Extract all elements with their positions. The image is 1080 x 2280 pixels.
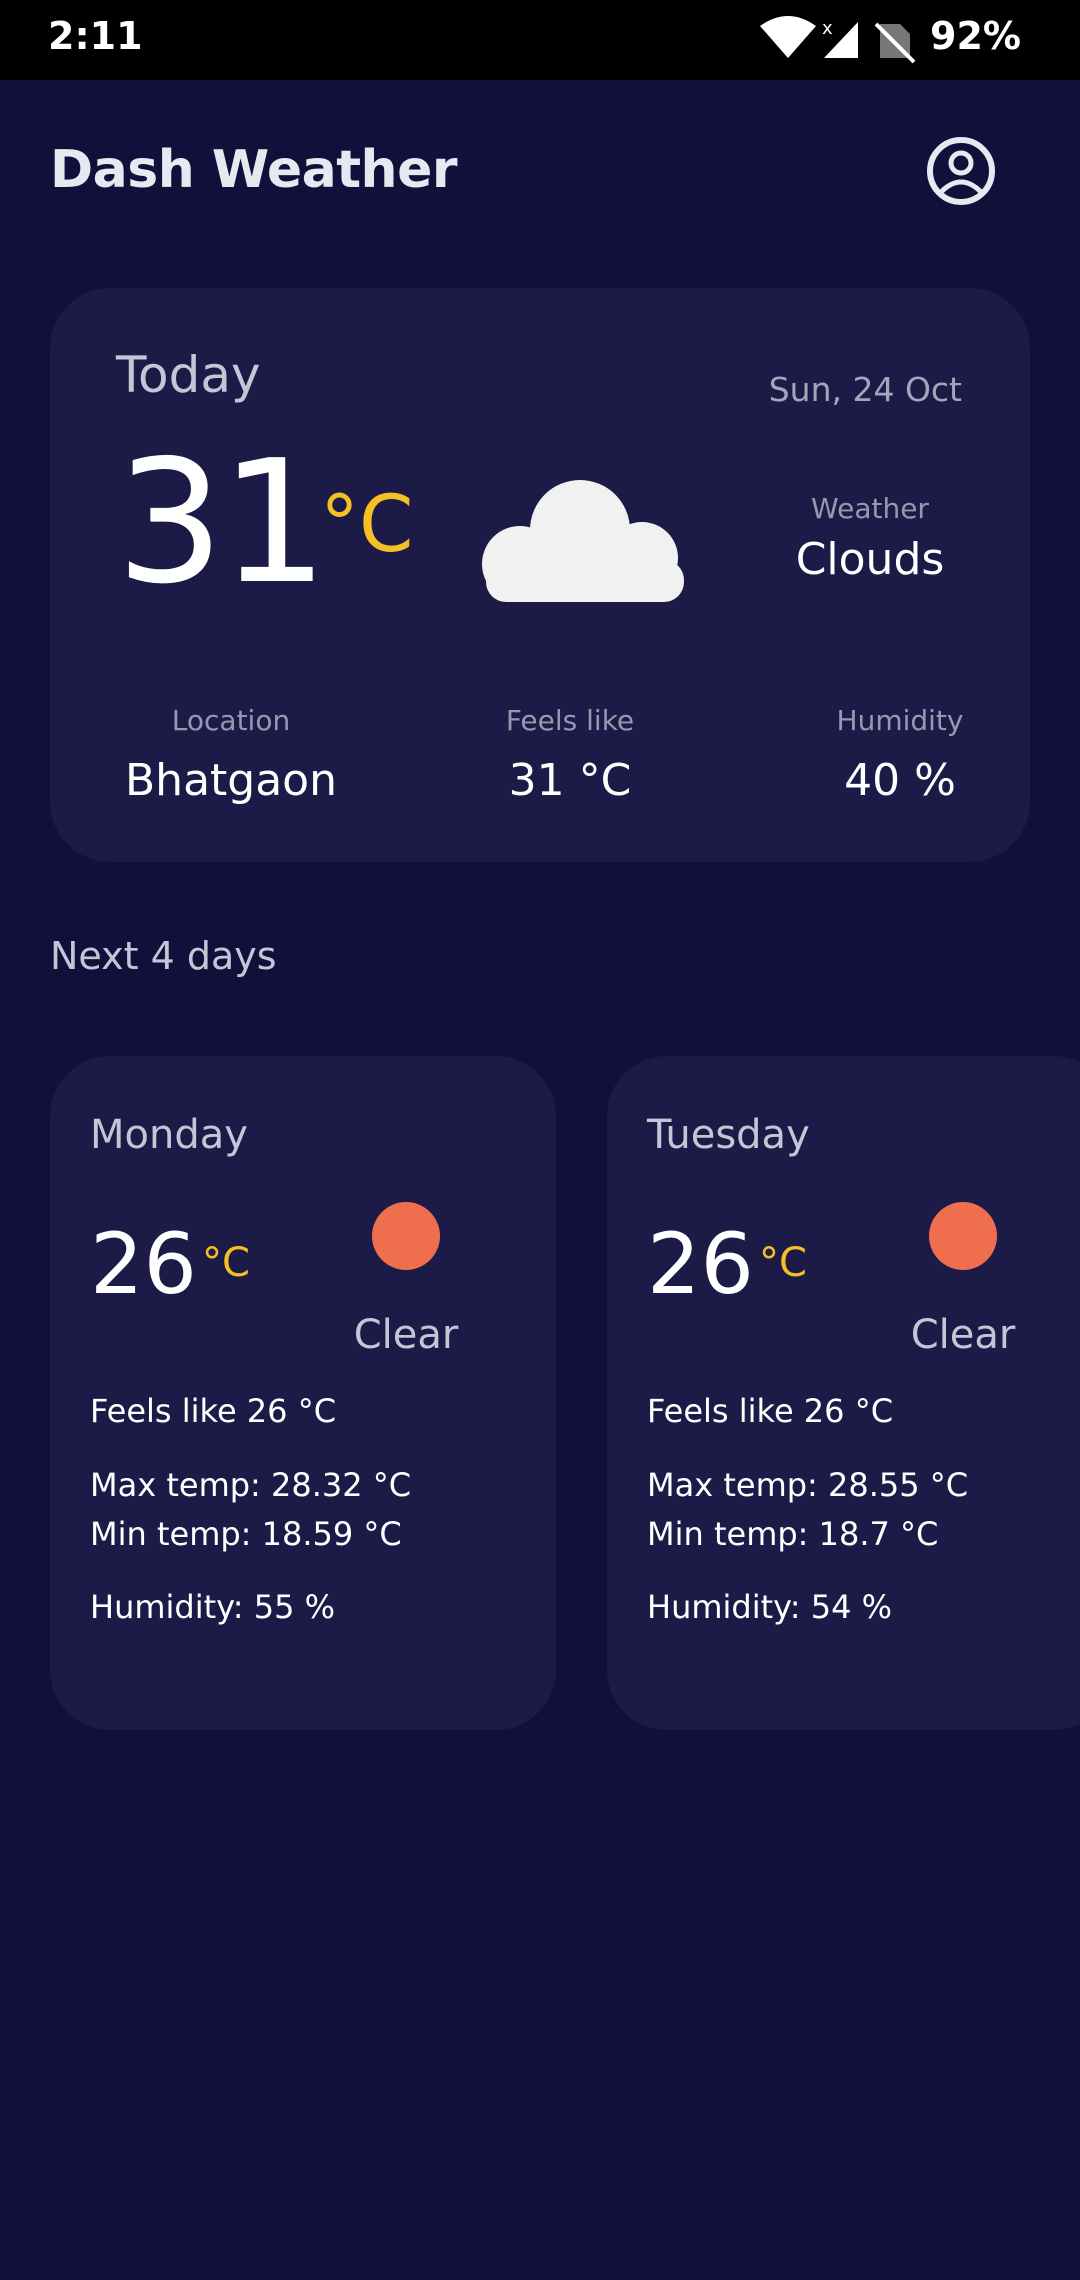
humidity-value: 40 % (844, 755, 956, 806)
day-humidity: Humidity: 54 % (647, 1588, 893, 1626)
day-min-temp: Min temp: 18.59 °C (90, 1515, 402, 1553)
day-feels-like: Feels like 26 °C (90, 1392, 337, 1430)
weather-value: Clouds (795, 534, 945, 585)
status-time: 2:11 (48, 14, 143, 58)
day-min-temp: Min temp: 18.7 °C (647, 1515, 939, 1553)
cloud-icon (482, 480, 684, 602)
feels-like-value: 31 °C (508, 755, 632, 806)
forecast-card-monday[interactable]: Monday 26 °C Clear Feels like 26 °C Max … (50, 1056, 556, 1730)
day-temperature-unit: °C (759, 1240, 807, 1286)
day-name: Monday (90, 1112, 248, 1158)
day-name: Tuesday (647, 1112, 810, 1158)
day-temperature: 26 (647, 1215, 754, 1313)
forecast-card-tuesday[interactable]: Tuesday 26 °C Clear Feels like 26 °C Max… (607, 1056, 1080, 1730)
day-condition: Clear (353, 1312, 459, 1358)
app-title: Dash Weather (50, 140, 457, 200)
no-sim-icon (874, 22, 916, 64)
day-humidity: Humidity: 55 % (90, 1588, 336, 1626)
day-max-temp: Max temp: 28.55 °C (647, 1466, 969, 1504)
battery-level: 92% (930, 14, 1021, 58)
svg-text:x: x (822, 18, 833, 39)
today-title: Today (116, 346, 261, 404)
humidity-stat: Humidity 40 % (820, 704, 980, 806)
sun-icon (372, 1202, 440, 1270)
day-condition: Clear (910, 1312, 1016, 1358)
feels-like-label: Feels like (505, 704, 635, 737)
day-feels-like: Feels like 26 °C (647, 1392, 894, 1430)
status-bar: 2:11 x 92% (0, 0, 1080, 80)
current-temperature: 31 (116, 424, 328, 622)
day-max-temp: Max temp: 28.32 °C (90, 1466, 412, 1504)
signal-icon: x (822, 18, 858, 58)
humidity-label: Humidity (836, 704, 964, 737)
current-temperature-unit: °C (320, 480, 414, 570)
day-temperature: 26 (90, 1215, 197, 1313)
today-date: Sun, 24 Oct (768, 370, 962, 409)
day-temperature-unit: °C (202, 1240, 250, 1286)
account-circle-icon[interactable] (926, 136, 996, 206)
location-value: Bhatgaon (125, 755, 337, 806)
location-stat: Location Bhatgaon (116, 704, 346, 806)
wifi-icon (760, 16, 816, 58)
forecast-title: Next 4 days (50, 934, 277, 978)
weather-label: Weather (811, 492, 929, 525)
sun-icon (929, 1202, 997, 1270)
feels-like-stat: Feels like 31 °C (470, 704, 670, 806)
location-label: Location (171, 704, 291, 737)
today-card: Today Sun, 24 Oct 31 °C Weather Clouds L… (50, 288, 1030, 862)
